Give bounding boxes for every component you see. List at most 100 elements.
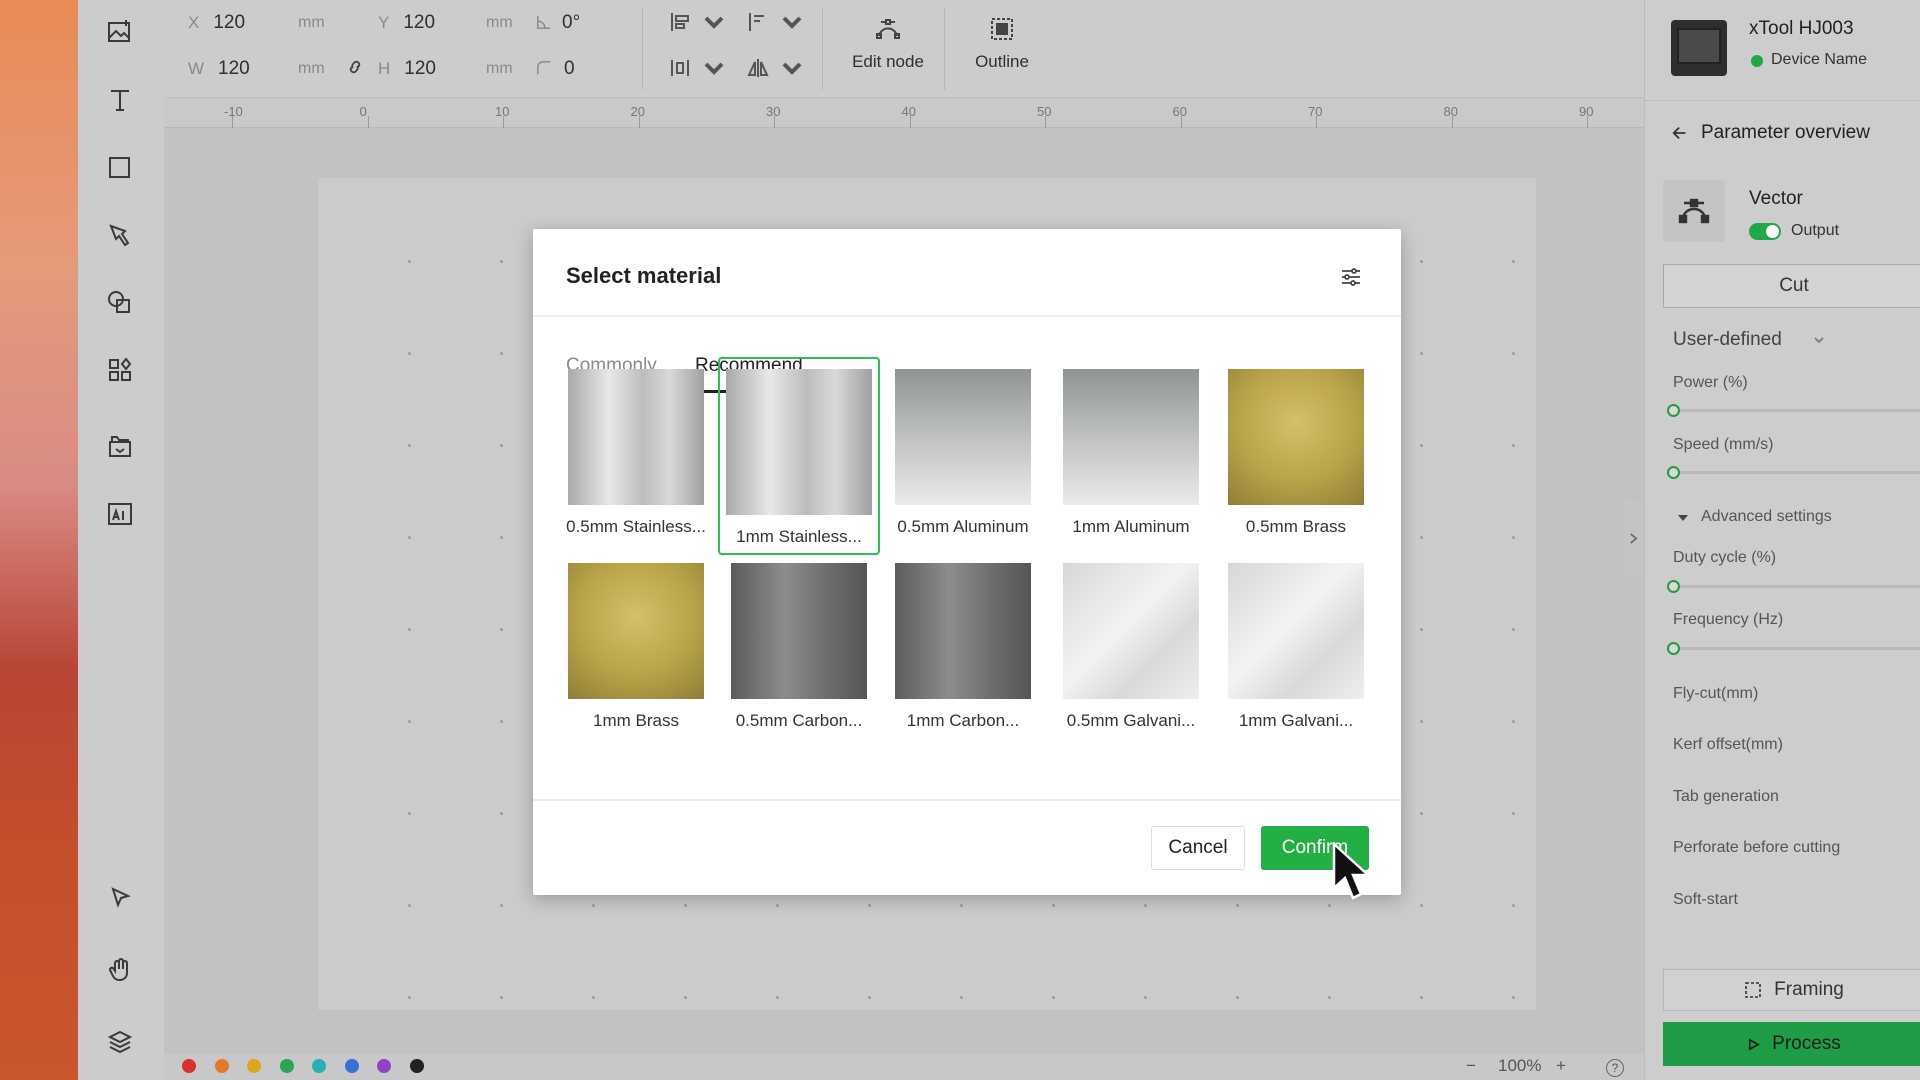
- duty-cycle-slider[interactable]: [1667, 580, 1920, 593]
- outline-button[interactable]: Outline: [954, 16, 1050, 72]
- desktop-wallpaper: [0, 0, 78, 1080]
- grid-dot: [408, 996, 411, 999]
- rotation-icon: [537, 15, 551, 29]
- pen-icon[interactable]: [100, 215, 140, 255]
- grid-dot: [1420, 812, 1423, 815]
- framing-icon: [1745, 982, 1761, 998]
- perforate-label[interactable]: Perforate before cutting: [1673, 839, 1840, 857]
- shapes-icon[interactable]: [100, 282, 140, 322]
- fly-cut-label[interactable]: Fly-cut(mm): [1673, 685, 1758, 703]
- project-icon[interactable]: [100, 426, 140, 466]
- layer-color-swatch[interactable]: [182, 1059, 196, 1073]
- zoom-in-button[interactable]: +: [1556, 1056, 1566, 1076]
- cancel-button[interactable]: Cancel: [1151, 826, 1245, 870]
- corner-radius-icon: [537, 61, 551, 75]
- y-value[interactable]: 120: [403, 12, 435, 33]
- cut-mode-button[interactable]: Cut: [1663, 264, 1920, 308]
- w-field[interactable]: W 120: [188, 58, 250, 80]
- arrange-dropdown[interactable]: [668, 56, 726, 80]
- layer-color-swatch[interactable]: [344, 1059, 359, 1073]
- grid-dot: [868, 996, 871, 999]
- material-option[interactable]: 1mm Stainless...: [718, 357, 880, 555]
- output-toggle[interactable]: [1749, 223, 1781, 240]
- corner-value[interactable]: 0: [564, 58, 575, 79]
- w-value[interactable]: 120: [218, 58, 250, 79]
- material-option[interactable]: 0.5mm Aluminum: [888, 369, 1038, 537]
- edit-node-icon: [876, 19, 900, 39]
- grid-dot: [408, 352, 411, 355]
- rotation-value[interactable]: 0°: [562, 12, 580, 33]
- material-thumbnail: [1063, 563, 1199, 699]
- layer-color-swatch[interactable]: [377, 1059, 391, 1073]
- material-thumbnail: [1228, 369, 1364, 505]
- h-value[interactable]: 120: [404, 58, 436, 79]
- device-name[interactable]: xTool HJ003: [1749, 18, 1854, 40]
- material-option[interactable]: 1mm Carbon...: [888, 563, 1038, 731]
- distribute-dropdown[interactable]: [746, 10, 804, 34]
- flip-dropdown[interactable]: [746, 56, 804, 80]
- framing-button[interactable]: Framing: [1663, 969, 1920, 1011]
- ai-icon[interactable]: [100, 494, 140, 534]
- corner-radius-field[interactable]: 0: [536, 58, 575, 80]
- panel-collapse-handle[interactable]: [1622, 500, 1644, 576]
- frequency-slider[interactable]: [1667, 642, 1920, 655]
- layer-color-swatch[interactable]: [214, 1059, 229, 1073]
- select-icon[interactable]: [100, 878, 140, 918]
- power-slider[interactable]: [1667, 404, 1920, 417]
- layer-color-swatch[interactable]: [247, 1059, 261, 1073]
- ruler-tick-mark: [1045, 116, 1046, 128]
- w-unit: mm: [298, 60, 325, 77]
- play-icon: [1749, 1037, 1761, 1051]
- rectangle-icon[interactable]: [100, 148, 140, 188]
- zoom-out-button[interactable]: −: [1466, 1056, 1476, 1076]
- material-option[interactable]: 0.5mm Stainless...: [561, 369, 711, 537]
- chevron-down-icon: [782, 16, 802, 29]
- tab-generation-label[interactable]: Tab generation: [1673, 788, 1779, 806]
- h-field[interactable]: H 120: [378, 58, 436, 80]
- material-option[interactable]: 1mm Galvani...: [1221, 563, 1371, 731]
- image-icon[interactable]: [100, 12, 140, 52]
- material-option[interactable]: 1mm Brass: [561, 563, 711, 731]
- layer-color-swatch[interactable]: [279, 1059, 294, 1073]
- material-name: 1mm Galvani...: [1238, 711, 1354, 730]
- layer-color-swatch[interactable]: [409, 1059, 424, 1073]
- hand-icon[interactable]: [100, 950, 140, 990]
- material-thumbnail: [568, 563, 704, 699]
- speed-slider[interactable]: [1667, 466, 1920, 479]
- material-option[interactable]: 0.5mm Brass: [1221, 369, 1371, 537]
- rotation-field[interactable]: 0°: [536, 12, 580, 34]
- material-thumbnail: [895, 563, 1031, 699]
- dialog-title: Select material: [566, 263, 722, 288]
- material-name: 1mm Aluminum: [1072, 517, 1190, 536]
- text-icon[interactable]: [100, 80, 140, 120]
- kerf-offset-label[interactable]: Kerf offset(mm): [1673, 736, 1783, 754]
- process-label: Process: [1772, 1033, 1841, 1054]
- output-label: Output: [1791, 222, 1840, 239]
- y-field[interactable]: Y 120: [378, 12, 435, 34]
- align-dropdown[interactable]: [668, 10, 726, 34]
- advanced-settings-toggle[interactable]: Advanced settings: [1701, 508, 1832, 526]
- elements-icon[interactable]: [100, 350, 140, 390]
- x-label: X: [188, 13, 200, 32]
- grid-dot: [1512, 628, 1515, 631]
- material-option[interactable]: 1mm Aluminum: [1056, 369, 1206, 537]
- material-option[interactable]: 0.5mm Carbon...: [724, 563, 874, 731]
- grid-dot: [408, 536, 411, 539]
- filter-settings-icon[interactable]: [1339, 265, 1363, 289]
- help-icon[interactable]: ?: [1606, 1059, 1624, 1077]
- back-arrow-icon[interactable]: [1671, 124, 1689, 142]
- grid-dot: [1420, 444, 1423, 447]
- x-value[interactable]: 120: [213, 12, 245, 33]
- material-option[interactable]: 0.5mm Galvani...: [1056, 563, 1206, 731]
- x-field[interactable]: X 120: [188, 12, 245, 34]
- preset-dropdown[interactable]: User-defined: [1673, 329, 1782, 351]
- soft-start-label[interactable]: Soft-start: [1673, 891, 1738, 909]
- ruler-tick-mark: [367, 116, 369, 128]
- grid-dot: [1420, 996, 1423, 999]
- layers-icon[interactable]: [100, 1022, 140, 1062]
- layer-color-swatch[interactable]: [312, 1059, 326, 1073]
- grid-dot: [592, 904, 595, 907]
- process-button[interactable]: Process: [1663, 1022, 1920, 1066]
- lock-ratio-icon[interactable]: [346, 58, 364, 82]
- edit-node-button[interactable]: Edit node: [840, 16, 936, 72]
